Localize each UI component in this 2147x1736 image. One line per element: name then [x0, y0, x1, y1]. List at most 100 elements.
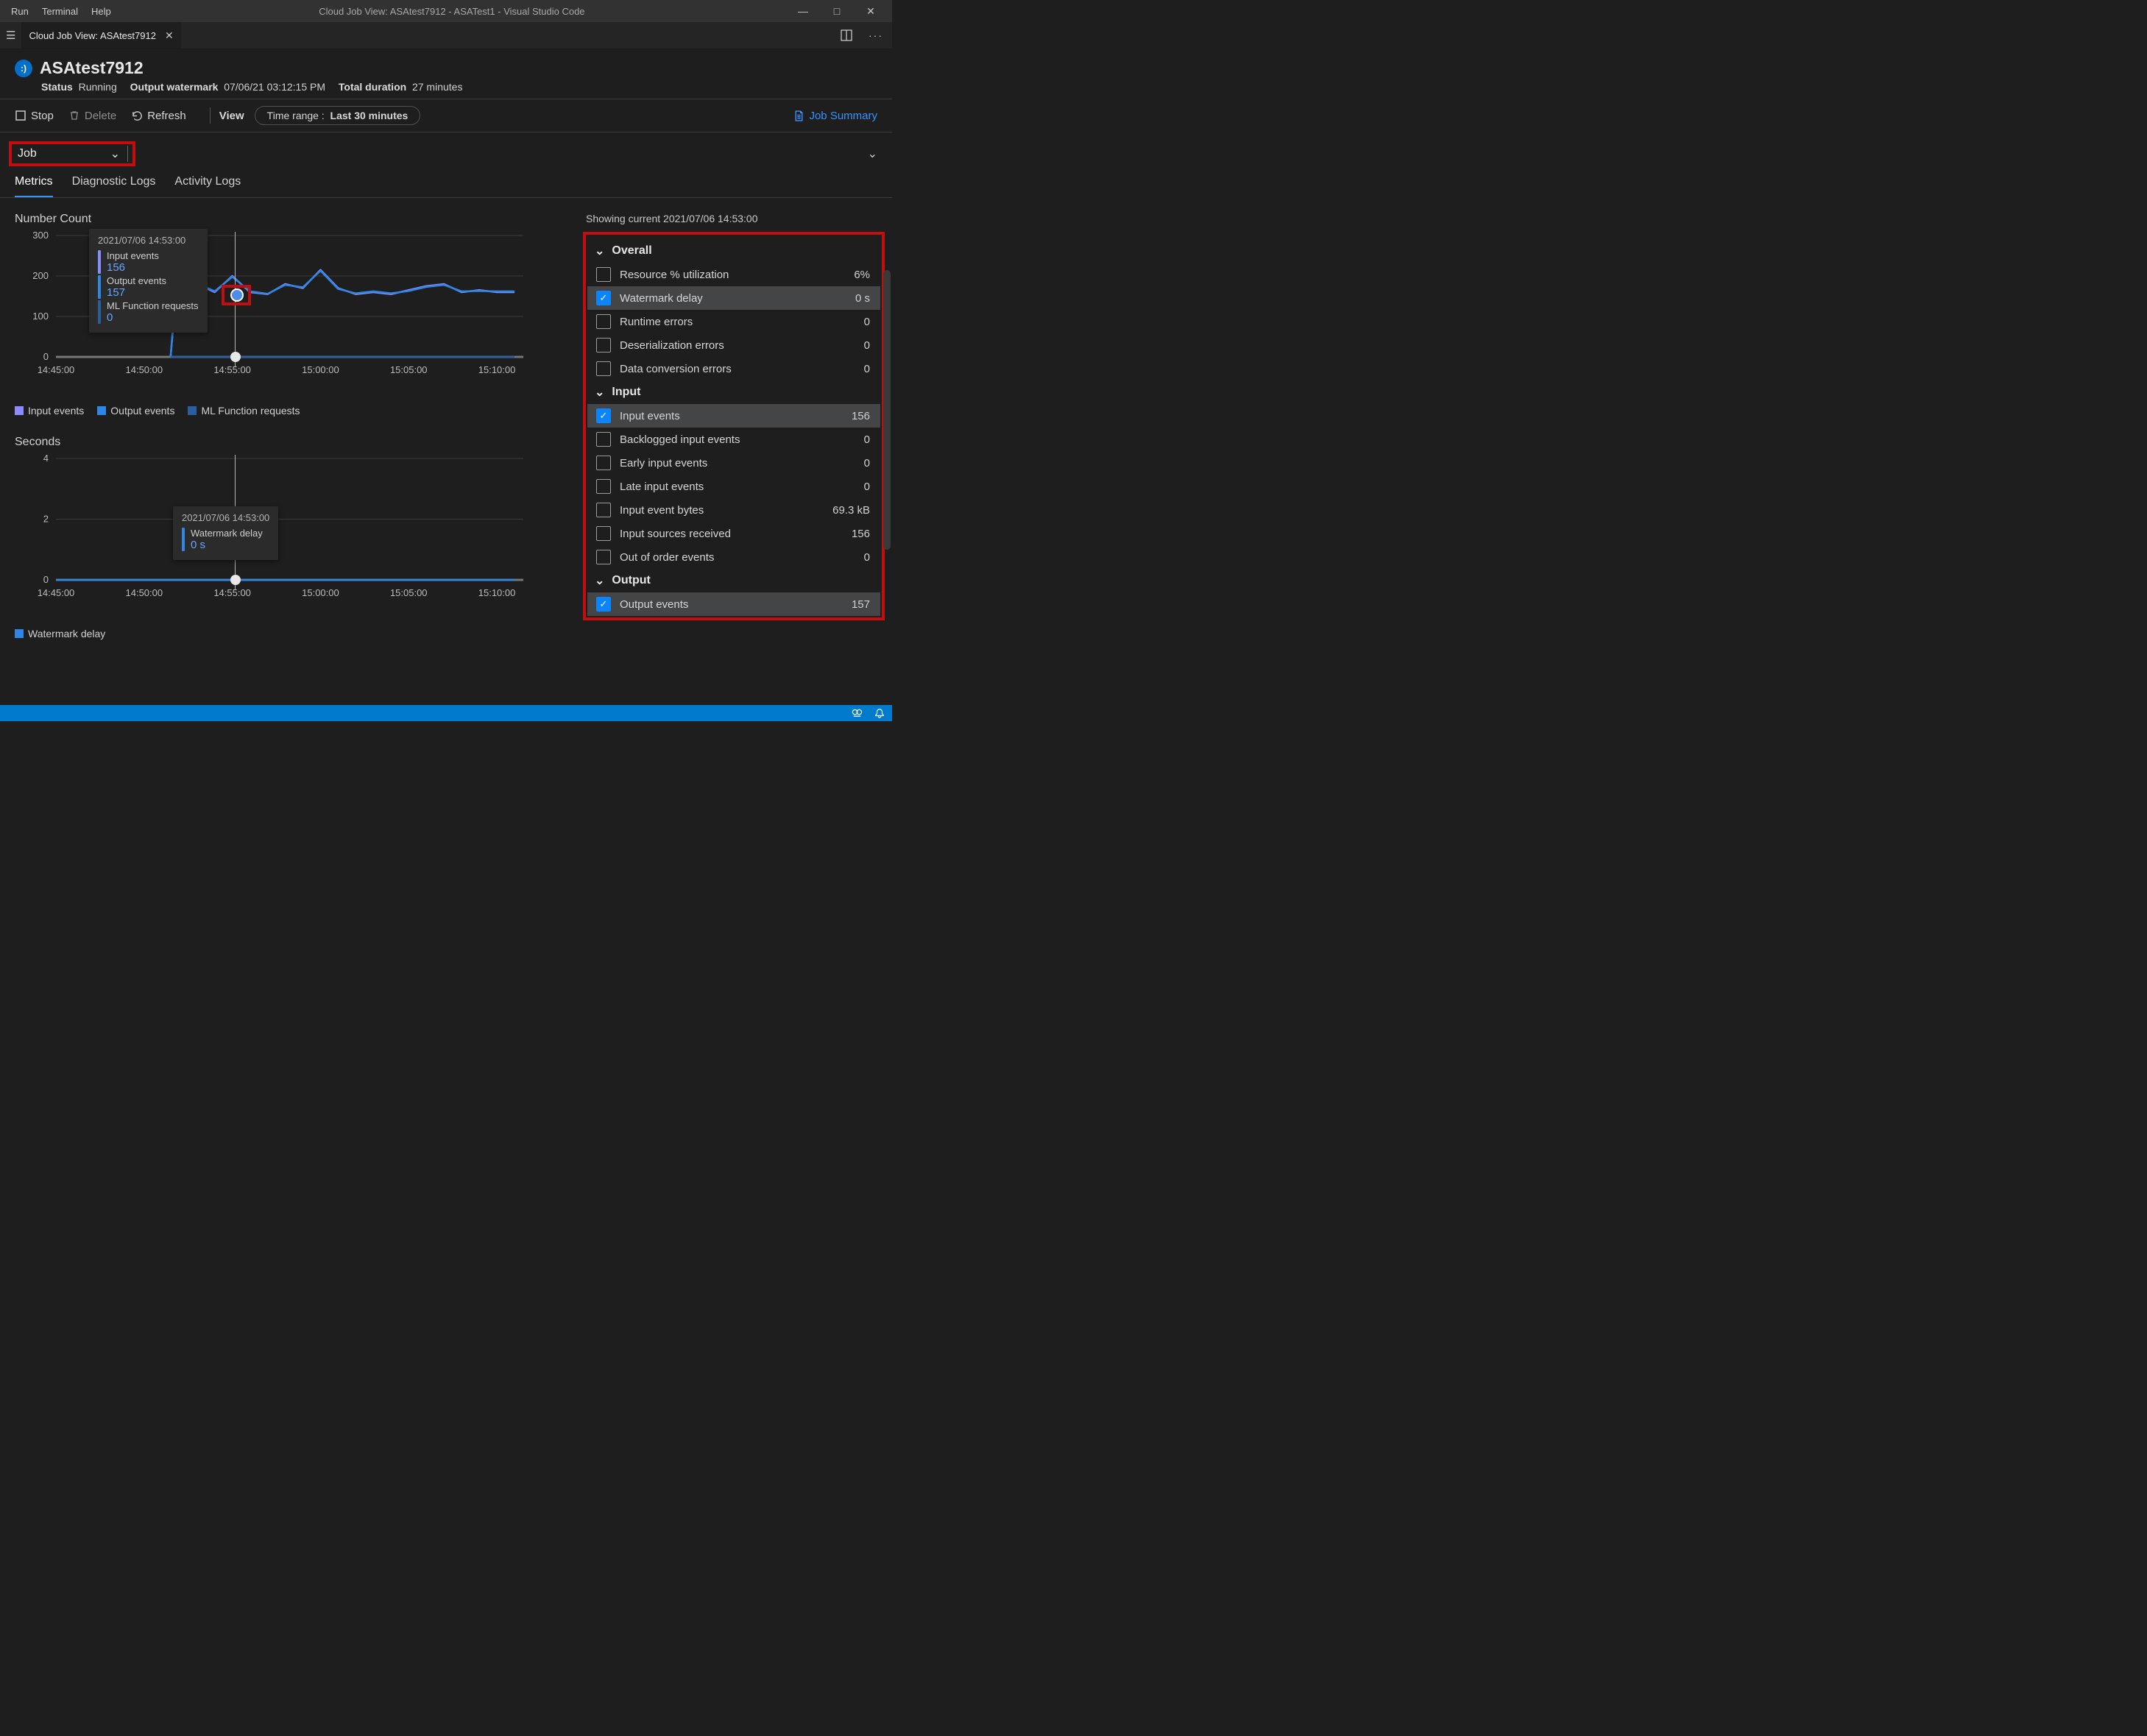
metric-late-input-events[interactable]: Late input events 0: [587, 475, 880, 498]
bell-icon[interactable]: [874, 708, 885, 718]
metric-list: ⌄ Overall Resource % utilization 6% ✓ Wa…: [583, 232, 885, 620]
more-icon[interactable]: ···: [860, 29, 892, 41]
metric-watermark-delay[interactable]: ✓ Watermark delay 0 s: [587, 286, 880, 310]
toolbar: Stop Delete Refresh View Time range : La…: [0, 99, 892, 132]
svg-text:4: 4: [43, 455, 49, 464]
checkbox[interactable]: [596, 526, 611, 541]
maximize-button[interactable]: □: [820, 5, 854, 17]
checkbox[interactable]: [596, 314, 611, 329]
refresh-button[interactable]: Refresh: [131, 110, 186, 122]
delete-button[interactable]: Delete: [68, 110, 116, 122]
output-watermark-label: Output watermark: [130, 81, 219, 93]
svg-text:0: 0: [43, 351, 49, 362]
split-panel-icon[interactable]: [833, 29, 860, 41]
metric-early-input-events[interactable]: Early input events 0: [587, 451, 880, 475]
delete-label: Delete: [85, 110, 116, 122]
tab-metrics[interactable]: Metrics: [15, 175, 53, 197]
metric-input-event-bytes[interactable]: Input event bytes 69.3 kB: [587, 498, 880, 522]
svg-text:100: 100: [32, 311, 49, 322]
checkbox[interactable]: ✓: [596, 408, 611, 423]
stop-icon: [15, 110, 26, 121]
hamburger-icon[interactable]: ☰: [0, 29, 21, 42]
checkbox[interactable]: [596, 479, 611, 494]
editor-tab-cloud-job-view[interactable]: Cloud Job View: ASAtest7912 ✕: [21, 22, 180, 49]
time-range-value: Last 30 minutes: [330, 110, 408, 121]
tab-activity-logs[interactable]: Activity Logs: [174, 175, 241, 197]
svg-text:15:10:00: 15:10:00: [478, 364, 516, 375]
scope-dropdown[interactable]: Job ⌄: [9, 141, 135, 166]
metric-input-sources-received[interactable]: Input sources received 156: [587, 522, 880, 545]
svg-text:14:45:00: 14:45:00: [38, 587, 75, 598]
svg-text:14:50:00: 14:50:00: [126, 587, 163, 598]
editor-tab-label: Cloud Job View: ASAtest7912: [29, 30, 156, 41]
metric-output-events[interactable]: ✓ Output events 157: [587, 592, 880, 616]
tooltip2-timestamp: 2021/07/06 14:53:00: [182, 512, 269, 523]
svg-text:15:10:00: 15:10:00: [478, 587, 516, 598]
minimize-button[interactable]: —: [786, 5, 820, 17]
menu-help[interactable]: Help: [85, 6, 118, 17]
job-name: ASAtest7912: [40, 58, 144, 78]
checkbox[interactable]: ✓: [596, 291, 611, 305]
time-range-label: Time range :: [267, 110, 325, 121]
job-summary-label: Job Summary: [809, 110, 877, 122]
showing-current-label: Showing current 2021/07/06 14:53:00: [583, 213, 885, 224]
metric-out-of-order-events[interactable]: Out of order events 0: [587, 545, 880, 569]
metric-backlogged-input-events[interactable]: Backlogged input events 0: [587, 428, 880, 451]
job-summary-link[interactable]: Job Summary: [793, 110, 877, 122]
chart2-legend: Watermark delay: [15, 628, 570, 640]
checkbox[interactable]: [596, 338, 611, 352]
group-input[interactable]: ⌄ Input: [587, 380, 880, 404]
checkbox[interactable]: ✓: [596, 597, 611, 612]
feedback-icon[interactable]: [852, 708, 863, 719]
tooltip-timestamp: 2021/07/06 14:53:00: [98, 235, 199, 246]
svg-text:15:05:00: 15:05:00: [390, 587, 428, 598]
scrollbar[interactable]: [883, 270, 891, 550]
chart2-title: Seconds: [15, 436, 570, 449]
close-tab-icon[interactable]: ✕: [165, 29, 174, 42]
svg-text:14:45:00: 14:45:00: [38, 364, 75, 375]
job-icon: :): [15, 60, 32, 77]
group-overall[interactable]: ⌄ Overall: [587, 239, 880, 263]
group-output[interactable]: ⌄ Output: [587, 569, 880, 592]
chevron-down-icon: ⌄: [595, 244, 604, 258]
checkbox[interactable]: [596, 550, 611, 564]
job-status-line: Status Running Output watermark 07/06/21…: [0, 78, 892, 99]
chevron-down-icon: ⌄: [595, 385, 604, 400]
metric-tabs: Metrics Diagnostic Logs Activity Logs: [0, 172, 892, 198]
chart-seconds: 02414:45:0014:50:0014:55:0015:00:0015:05…: [15, 455, 570, 613]
metric-input-events[interactable]: ✓ Input events 156: [587, 404, 880, 428]
svg-text:14:50:00: 14:50:00: [126, 364, 163, 375]
svg-text:200: 200: [32, 270, 49, 281]
total-duration-value: 27 minutes: [412, 81, 462, 93]
checkbox[interactable]: [596, 432, 611, 447]
tab-diagnostic-logs[interactable]: Diagnostic Logs: [72, 175, 156, 197]
collapse-icon[interactable]: ⌄: [868, 146, 877, 161]
refresh-icon: [131, 110, 143, 121]
document-icon: [793, 110, 804, 121]
chevron-down-icon: ⌄: [110, 146, 120, 161]
trash-icon: [68, 110, 80, 121]
time-range-pill[interactable]: Time range : Last 30 minutes: [255, 106, 421, 125]
metric-data-conversion-errors[interactable]: Data conversion errors 0: [587, 357, 880, 380]
status-value: Running: [79, 81, 117, 93]
metric-resource-utilization[interactable]: Resource % utilization 6%: [587, 263, 880, 286]
chart1-legend: Input events Output events ML Function r…: [15, 405, 570, 417]
svg-text:300: 300: [32, 232, 49, 241]
checkbox[interactable]: [596, 503, 611, 517]
menu-terminal[interactable]: Terminal: [35, 6, 85, 17]
checkbox[interactable]: [596, 267, 611, 282]
output-watermark-value: 07/06/21 03:12:15 PM: [224, 81, 325, 93]
status-label: Status: [41, 81, 73, 93]
metric-runtime-errors[interactable]: Runtime errors 0: [587, 310, 880, 333]
editor-tab-strip: ☰ Cloud Job View: ASAtest7912 ✕ ···: [0, 22, 892, 49]
close-window-button[interactable]: ✕: [854, 5, 888, 18]
checkbox[interactable]: [596, 361, 611, 376]
chart-number-count: 010020030014:45:0014:50:0014:55:0015:00:…: [15, 232, 570, 390]
refresh-label: Refresh: [147, 110, 186, 122]
svg-text:2: 2: [43, 514, 49, 525]
stop-button[interactable]: Stop: [15, 110, 54, 122]
checkbox[interactable]: [596, 456, 611, 470]
svg-text:14:55:00: 14:55:00: [213, 364, 251, 375]
menu-run[interactable]: Run: [4, 6, 35, 17]
metric-deserialization-errors[interactable]: Deserialization errors 0: [587, 333, 880, 357]
